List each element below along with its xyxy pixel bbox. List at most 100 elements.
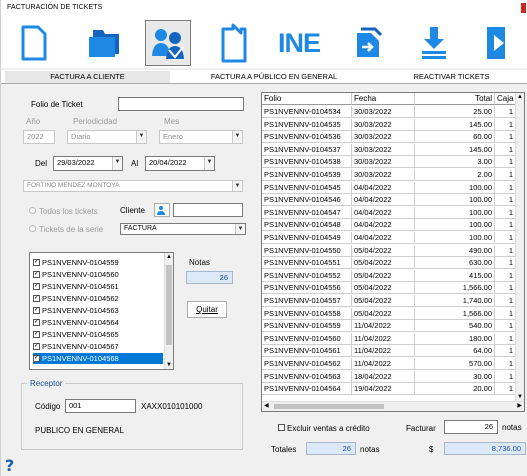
- scroll-down-icon[interactable]: ▼: [517, 394, 523, 400]
- totales-label: Totales: [271, 445, 297, 454]
- grid-horizontal-scrollbar[interactable]: ◀ ▶: [262, 401, 524, 411]
- tab-reactivar-tickets[interactable]: REACTIVAR TICKETS: [379, 71, 524, 83]
- checkbox-icon[interactable]: ✓: [33, 354, 40, 362]
- close-icon[interactable]: [521, 3, 526, 13]
- tab-label: FACTURA A PÚBLICO EN GENERAL: [210, 72, 338, 81]
- vertical-scrollbar[interactable]: ▲ ▼: [164, 253, 173, 369]
- table-row[interactable]: PS1NVENNV-0104539 30/03/2022 2.00 1: [262, 169, 516, 181]
- new-document-button[interactable]: [11, 20, 57, 66]
- table-row[interactable]: PS1NVENNV-0104558 05/04/2022 1,566.00 1: [262, 307, 516, 320]
- cell-caja: 1: [495, 169, 516, 181]
- ine-button[interactable]: INE: [276, 20, 322, 66]
- clients-button[interactable]: [145, 20, 191, 66]
- facturar-input[interactable]: 26: [444, 420, 498, 434]
- scroll-thumb[interactable]: [274, 404, 384, 409]
- table-row[interactable]: PS1NVENNV-0104536 30/03/2022 60.00 1: [262, 131, 516, 144]
- table-row[interactable]: PS1NVENNV-0104549 04/04/2022 100.00 1: [262, 232, 516, 244]
- table-row[interactable]: PS1NVENNV-0104546 04/04/2022 100.00 1: [262, 194, 516, 207]
- list-item[interactable]: ✓ PS1NVENNV-0104564: [33, 317, 163, 328]
- al-date-picker[interactable]: 20/04/2022 ▼: [145, 156, 215, 171]
- codigo-input[interactable]: 001: [65, 399, 136, 413]
- grid-vertical-scrollbar[interactable]: ▲ ▼: [515, 93, 524, 401]
- checkbox-icon[interactable]: ✓: [33, 306, 40, 314]
- table-row[interactable]: PS1NVENNV-0104557 05/04/2022 1,740.00 1: [262, 295, 516, 307]
- list-item[interactable]: ✓ PS1NVENNV-0104568: [33, 353, 163, 364]
- chevron-down-icon[interactable]: ▼: [235, 224, 245, 234]
- checkbox-icon[interactable]: ✓: [33, 330, 40, 338]
- table-row[interactable]: PS1NVENNV-0104548 04/04/2022 100.00 1: [262, 219, 516, 232]
- table-row[interactable]: PS1NVENNV-0104564 19/04/2022 20.00 1: [262, 383, 516, 396]
- scroll-right-icon[interactable]: ▶: [517, 402, 522, 409]
- table-row[interactable]: PS1NVENNV-0104534 30/03/2022 25.00 1: [262, 106, 516, 118]
- list-item[interactable]: ✓ PS1NVENNV-0104560: [33, 269, 163, 280]
- cell-caja: 1: [495, 383, 516, 396]
- codigo-label: Código: [35, 402, 61, 411]
- tab-strip: FACTURA A CLIENTE FACTURA A PÚBLICO EN G…: [1, 70, 527, 84]
- tickets-grid[interactable]: Folio Fecha Total Caja PS1NVENNV-0104534…: [261, 92, 525, 412]
- tab-factura-cliente[interactable]: FACTURA A CLIENTE: [5, 71, 170, 83]
- table-row[interactable]: PS1NVENNV-0104550 05/04/2022 490.00 1: [262, 244, 516, 257]
- scroll-thumb[interactable]: [166, 265, 172, 345]
- cliente-search-button[interactable]: [154, 203, 170, 217]
- facturar-notas-label: notas: [502, 423, 522, 432]
- excluir-credito-checkbox[interactable]: Excluir ventas a crédito: [278, 424, 370, 433]
- scroll-up-icon[interactable]: ▲: [517, 94, 523, 100]
- table-row[interactable]: PS1NVENNV-0104559 11/04/2022 540.00 1: [262, 320, 516, 333]
- tab-label: REACTIVAR TICKETS: [413, 72, 490, 81]
- table-row[interactable]: PS1NVENNV-0104545 04/04/2022 100.00 1: [262, 181, 516, 194]
- selected-tickets-list[interactable]: ▲ ▼ ✓ PS1NVENNV-0104559 ✓ PS1NVENNV-0104560…: [29, 252, 174, 370]
- list-item[interactable]: ✓ PS1NVENNV-0104562: [33, 293, 163, 304]
- window-title: FACTURACIÓN DE TICKETS: [7, 4, 103, 11]
- checkbox-icon[interactable]: ✓: [33, 270, 40, 278]
- scroll-up-icon[interactable]: ▲: [166, 254, 172, 260]
- column-header-total[interactable]: Total: [415, 93, 495, 105]
- exit-button[interactable]: [475, 20, 521, 66]
- checkbox-icon[interactable]: ✓: [33, 258, 40, 266]
- folio-input[interactable]: [118, 97, 244, 111]
- list-item[interactable]: ✓ PS1NVENNV-0104565: [33, 329, 163, 340]
- open-folder-button[interactable]: [81, 20, 127, 66]
- tab-publico-general[interactable]: FACTURA A PÚBLICO EN GENERAL: [179, 71, 369, 83]
- checkbox-icon[interactable]: ✓: [33, 342, 40, 350]
- title-bar: FACTURACIÓN DE TICKETS: [1, 0, 527, 16]
- table-row[interactable]: PS1NVENNV-0104547 04/04/2022 100.00 1: [262, 206, 516, 219]
- table-row[interactable]: PS1NVENNV-0104552 05/04/2022 415.00 1: [262, 269, 516, 282]
- checkbox-icon[interactable]: ✓: [33, 318, 40, 326]
- table-row[interactable]: PS1NVENNV-0104563 18/04/2022 30.00 1: [262, 370, 516, 383]
- help-icon[interactable]: ?: [5, 456, 21, 475]
- export-button[interactable]: [344, 20, 390, 66]
- column-header-caja[interactable]: Caja: [495, 93, 516, 105]
- cell-folio: PS1NVENNV-0104564: [262, 383, 352, 396]
- scroll-down-icon[interactable]: ▼: [166, 362, 172, 368]
- chevron-down-icon[interactable]: ▼: [112, 157, 122, 170]
- checkbox-icon[interactable]: ✓: [33, 294, 40, 302]
- table-row[interactable]: PS1NVENNV-0104562 11/04/2022 570.00 1: [262, 358, 516, 370]
- checkbox-icon[interactable]: ✓: [33, 282, 40, 290]
- del-date-picker[interactable]: 29/03/2022 ▼: [53, 156, 123, 171]
- list-item[interactable]: ✓ PS1NVENNV-0104561: [33, 281, 163, 292]
- list-item[interactable]: ✓ PS1NVENNV-0104567: [33, 341, 163, 352]
- print-button[interactable]: [211, 20, 257, 66]
- table-row[interactable]: PS1NVENNV-0104560 11/04/2022 180.00 1: [262, 332, 516, 345]
- table-row[interactable]: PS1NVENNV-0104537 30/03/2022 145.00 1: [262, 143, 516, 156]
- download-button[interactable]: [411, 20, 457, 66]
- list-item[interactable]: ✓ PS1NVENNV-0104563: [33, 305, 163, 316]
- scroll-left-icon[interactable]: ◀: [264, 402, 269, 409]
- table-row[interactable]: PS1NVENNV-0104535 30/03/2022 145.00 1: [262, 118, 516, 131]
- chevron-down-icon[interactable]: ▼: [204, 157, 214, 170]
- cell-total: 100.00: [415, 194, 495, 207]
- column-header-folio[interactable]: Folio: [262, 93, 352, 105]
- table-row[interactable]: PS1NVENNV-0104551 05/04/2022 630.00 1: [262, 257, 516, 270]
- checkbox-icon[interactable]: [278, 424, 285, 432]
- column-header-fecha[interactable]: Fecha: [352, 93, 415, 105]
- table-row[interactable]: PS1NVENNV-0104561 11/04/2022 64.00 1: [262, 345, 516, 358]
- table-row[interactable]: PS1NVENNV-0104538 30/03/2022 3.00 1: [262, 156, 516, 169]
- periodicidad-value: Diario: [71, 132, 91, 141]
- quitar-button[interactable]: Quitar: [187, 301, 227, 318]
- cell-folio: PS1NVENNV-0104538: [262, 156, 352, 169]
- cliente-input[interactable]: [173, 203, 243, 217]
- serie-select[interactable]: FACTURA ▼: [120, 223, 246, 235]
- list-item[interactable]: ✓ PS1NVENNV-0104559: [33, 257, 163, 268]
- anio-field: 2022: [23, 130, 55, 144]
- table-row[interactable]: PS1NVENNV-0104556 05/04/2022 1,566.00 1: [262, 282, 516, 295]
